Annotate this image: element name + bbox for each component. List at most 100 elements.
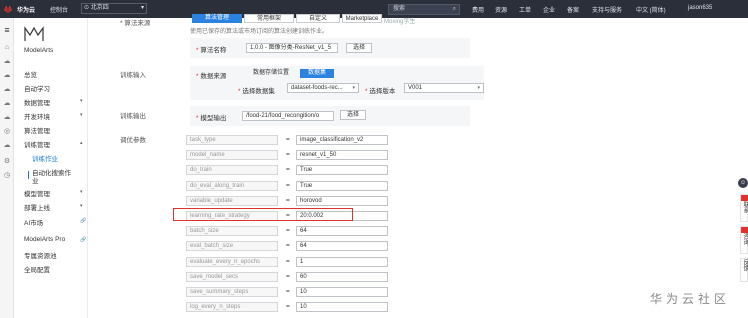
sidebar-item-dev-env[interactable]: 开发环境 xyxy=(24,111,50,121)
model-output-field[interactable]: /food-21/food_recongition/o xyxy=(242,111,334,121)
sidebar-item-auto-search-jobs-cont[interactable]: 业 xyxy=(32,175,39,185)
menu-icon[interactable]: ≡ xyxy=(3,26,11,35)
param-value-input[interactable]: 1 xyxy=(296,257,388,267)
tab-marketplace[interactable]: Marketplace xyxy=(342,14,382,23)
cloud-icon[interactable]: ☁ xyxy=(3,58,11,66)
param-value-input[interactable]: 10 xyxy=(296,302,388,312)
chart-icon[interactable]: ◷ xyxy=(3,172,11,180)
chevron-down-icon: ▾ xyxy=(80,203,83,209)
nav-language[interactable]: 中文 (简体) xyxy=(636,5,666,14)
active-indicator xyxy=(28,171,29,179)
version-select[interactable]: V001 ▾ xyxy=(404,83,484,93)
region-selector[interactable]: ⊙ 北京四 ▾ xyxy=(81,3,147,14)
nav-resources[interactable]: 资源 xyxy=(495,5,507,14)
cloud-icon[interactable]: ☁ xyxy=(3,72,11,80)
nav-tickets[interactable]: 工单 xyxy=(519,5,531,14)
algorithm-extra-text: Moxing学生 xyxy=(384,19,416,25)
contact-tab-label: 联系 xyxy=(742,201,748,213)
param-value-input[interactable]: True xyxy=(296,181,388,191)
cloud-icon[interactable]: ☁ xyxy=(3,100,11,108)
param-equals: = xyxy=(286,242,290,249)
param-key: do_train xyxy=(186,165,278,175)
sidebar-item-global-config[interactable]: 全局配置 xyxy=(24,264,50,274)
location-icon: ⊙ xyxy=(84,5,91,11)
gear-icon[interactable]: ⚙ xyxy=(3,158,11,166)
param-equals: = xyxy=(286,166,290,173)
tab-algorithm-management[interactable]: 算法管理 xyxy=(192,14,242,23)
customer-service-icon[interactable]: ☺ xyxy=(738,178,748,188)
param-equals: = xyxy=(286,182,290,189)
sidebar-item-dedicated-pool[interactable]: 专属资源池 xyxy=(24,250,57,260)
search-placeholder: 搜索 xyxy=(393,6,406,12)
external-link-icon: 🔗 xyxy=(80,237,87,243)
param-equals: = xyxy=(286,136,290,143)
dataset-select-value: dataset-foods-rec... xyxy=(291,85,343,91)
param-value-input[interactable]: 10 xyxy=(296,287,388,297)
algorithm-name-label: 算法名称 xyxy=(200,47,227,54)
param-equals: = xyxy=(286,288,290,295)
sidebar-item-algorithm-management[interactable]: 算法管理 xyxy=(24,125,50,135)
cloud-icon[interactable]: ☁ xyxy=(3,114,11,122)
nav-billing[interactable]: 费用 xyxy=(472,5,484,14)
nav-support[interactable]: 支持与服务 xyxy=(592,5,622,14)
tab-dataset[interactable]: 数据集 xyxy=(300,69,334,78)
cloud-icon[interactable]: ☁ xyxy=(3,86,11,94)
home-icon[interactable]: ⌂ xyxy=(3,44,11,52)
chevron-down-icon: ▾ xyxy=(477,85,480,91)
tab-common-frameworks[interactable]: 常用框架 xyxy=(244,14,294,23)
param-key: eval_batch_size xyxy=(186,241,278,251)
algorithm-source-label: * 算法来源 xyxy=(120,20,151,27)
chevron-down-icon: ▾ xyxy=(352,85,355,91)
algorithm-select-button[interactable]: 选择 xyxy=(346,43,372,53)
param-value-input[interactable]: image_classification_v2 xyxy=(296,135,388,145)
feedback-tab[interactable]: 反馈 xyxy=(740,258,748,282)
cloud-icon[interactable]: ☁ xyxy=(3,142,11,150)
brand-name[interactable]: 华为云 xyxy=(17,5,35,14)
data-source-label: 数据来源 xyxy=(200,73,227,80)
model-output-label: 模型输出 xyxy=(200,115,227,122)
search-input[interactable]: 搜索 ⌕ xyxy=(388,4,460,15)
param-value-input[interactable]: horovod xyxy=(296,196,388,206)
sidebar-item-overview[interactable]: 总览 xyxy=(24,69,37,79)
sidebar-item-model-management[interactable]: 模型管理 xyxy=(24,188,50,198)
param-equals: = xyxy=(286,258,290,265)
algorithm-panel: * 算法名称 1.0.0 - 图像分类-ResNet_v1_5 选择 xyxy=(190,38,470,58)
service-rail: ≡ ⌂ ☁ ☁ ☁ ☁ ☁ ◎ ☁ ⚙ ◷ xyxy=(0,18,14,318)
sidebar-item-data-management[interactable]: 数据管理 xyxy=(24,97,50,107)
app-name: ModelArts xyxy=(24,47,54,54)
huawei-logo-icon[interactable] xyxy=(3,4,13,14)
nav-username[interactable]: jason635 xyxy=(688,5,712,11)
database-icon[interactable]: ◎ xyxy=(3,128,11,136)
algorithm-name-field[interactable]: 1.0.0 - 图像分类-ResNet_v1_5 xyxy=(246,43,338,53)
sidebar-item-deployment[interactable]: 部署上线 xyxy=(24,202,50,212)
modelarts-logo-icon xyxy=(24,26,44,41)
console-link[interactable]: 控制台 xyxy=(50,5,68,14)
model-output-select-button[interactable]: 选择 xyxy=(340,110,366,120)
chevron-down-icon: ▾ xyxy=(80,189,83,195)
nav-filing[interactable]: 备案 xyxy=(567,5,579,14)
param-value-input[interactable]: 60 xyxy=(296,272,388,282)
tab-custom[interactable]: 自定义 xyxy=(296,14,340,23)
sidebar-item-modelarts-pro[interactable]: ModelArts Pro xyxy=(24,236,65,243)
param-equals: = xyxy=(286,227,290,234)
algorithm-hint: 使用已保存的算法或市场订阅的算法创建训练作业。 xyxy=(190,29,329,35)
param-value-input[interactable]: True xyxy=(296,165,388,175)
tab-data-storage-location[interactable]: 数据存储位置 xyxy=(244,69,298,78)
watermark: 华为云社区 xyxy=(650,292,731,306)
sidebar-item-training-management[interactable]: 训练管理 xyxy=(24,139,50,149)
param-equals: = xyxy=(286,197,290,204)
dataset-select[interactable]: dataset-foods-rec... ▾ xyxy=(287,83,359,93)
nav-enterprise[interactable]: 企业 xyxy=(543,5,555,14)
sidebar-item-ai-market[interactable]: AI市场 xyxy=(24,217,43,227)
search-icon[interactable]: ⌕ xyxy=(453,5,456,14)
param-key: do_eval_along_train xyxy=(186,181,278,191)
param-value-input[interactable]: 64 xyxy=(296,241,388,251)
sidebar-item-auto-learning[interactable]: 自动学习 xyxy=(24,83,50,93)
sidebar-item-training-jobs[interactable]: 训练作业 xyxy=(32,153,58,163)
chevron-down-icon: ▾ xyxy=(80,98,83,104)
param-value-input[interactable]: resnet_v1_50 xyxy=(296,150,388,160)
param-value-input[interactable]: 64 xyxy=(296,226,388,236)
param-equals: = xyxy=(286,303,290,310)
contact-tab[interactable]: 联系 xyxy=(740,194,748,222)
consult-tab[interactable]: 咨询 xyxy=(740,226,748,254)
